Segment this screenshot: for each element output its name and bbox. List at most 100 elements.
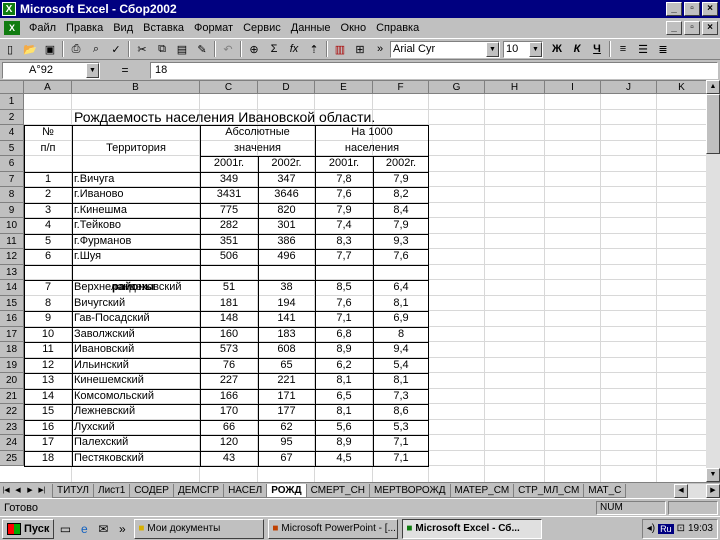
menu-item[interactable]: Формат	[189, 22, 238, 34]
copy-icon[interactable]: ⧉	[152, 40, 172, 58]
menu-item[interactable]: Файл	[24, 22, 61, 34]
sheet-tab[interactable]: СОДЕР	[129, 483, 174, 498]
cell[interactable]: 8,1	[315, 373, 373, 389]
formula-input[interactable]: 18	[150, 61, 718, 79]
cell[interactable]: 18	[24, 451, 72, 467]
cell[interactable]: Заволжский	[72, 327, 200, 343]
cell[interactable]: Абсолютные	[200, 125, 315, 141]
cell[interactable]: 351	[200, 234, 258, 250]
taskbar-button[interactable]: ■ Microsoft Excel - Сб...	[402, 518, 543, 539]
cell[interactable]: г.Кинешма	[72, 203, 200, 219]
cell[interactable]: 221	[258, 373, 315, 389]
cell[interactable]: 51	[200, 280, 258, 296]
cell[interactable]: 5,6	[315, 420, 373, 436]
cell[interactable]: 62	[258, 420, 315, 436]
row-header[interactable]: 22	[0, 404, 24, 420]
menu-item[interactable]: Правка	[61, 22, 108, 34]
cut-icon[interactable]: ✂	[132, 40, 152, 58]
row-header[interactable]: 19	[0, 357, 24, 373]
align-left-icon[interactable]: ≡	[613, 40, 633, 58]
cell[interactable]: значения	[200, 141, 315, 157]
scroll-down-icon[interactable]: ▼	[706, 468, 720, 482]
chevron-down-icon[interactable]: ▼	[486, 41, 499, 57]
cell[interactable]: 5	[24, 234, 72, 250]
cell[interactable]: Ивановский	[72, 342, 200, 358]
sheet-tab[interactable]: Лист1	[93, 483, 131, 498]
cell[interactable]: 170	[200, 404, 258, 420]
cell[interactable]: г.Вичуга	[72, 172, 200, 188]
cell[interactable]: г.Шуя	[72, 249, 200, 265]
cell[interactable]: 8	[24, 296, 72, 312]
cell[interactable]: 227	[200, 373, 258, 389]
sheet-tab[interactable]: ДЕМСГР	[172, 483, 225, 498]
chevron-down-icon[interactable]: ▼	[529, 41, 542, 57]
cell[interactable]: Кинешемский	[72, 373, 200, 389]
cell[interactable]: 573	[200, 342, 258, 358]
menu-item[interactable]: Вид	[108, 22, 138, 34]
cell[interactable]: 7,9	[373, 172, 429, 188]
cell[interactable]: 65	[258, 358, 315, 374]
cell[interactable]: 386	[258, 234, 315, 250]
cell[interactable]: Территория	[72, 141, 200, 157]
cell[interactable]: 608	[258, 342, 315, 358]
row-header[interactable]: 17	[0, 326, 24, 342]
cell[interactable]: 15	[24, 404, 72, 420]
row-header[interactable]: 6	[0, 156, 24, 172]
cell[interactable]: 2	[24, 187, 72, 203]
cell[interactable]: 3	[24, 203, 72, 219]
sheet-tab[interactable]: НАСЕЛ	[223, 483, 268, 498]
cell[interactable]: 7,7	[315, 249, 373, 265]
menu-item[interactable]: Окно	[336, 22, 372, 34]
column-header[interactable]: D	[258, 81, 315, 94]
cell[interactable]: 4,5	[315, 451, 373, 467]
row-header[interactable]: 7	[0, 171, 24, 187]
cell[interactable]: 820	[258, 203, 315, 219]
cell[interactable]: 7,3	[373, 389, 429, 405]
quicklaunch-more-icon[interactable]: »	[114, 521, 130, 537]
row-header[interactable]: 23	[0, 419, 24, 435]
cell[interactable]: 66	[200, 420, 258, 436]
horizontal-scrollbar[interactable]: ◀ ▶	[674, 483, 720, 498]
taskbar-button[interactable]: ■ Мои документы	[134, 518, 265, 539]
sheet-tab[interactable]: МАТЕР_СМ	[449, 483, 515, 498]
column-header[interactable]: H	[485, 81, 545, 94]
cell[interactable]: 12	[24, 358, 72, 374]
open-icon[interactable]: 📂	[20, 40, 40, 58]
menu-item[interactable]: Данные	[286, 22, 336, 34]
row-header[interactable]: 1	[0, 94, 24, 110]
cell[interactable]: 9,3	[373, 234, 429, 250]
align-center-icon[interactable]: ☰	[633, 40, 653, 58]
scroll-thumb[interactable]	[706, 94, 720, 154]
row-header[interactable]: 11	[0, 233, 24, 249]
column-header[interactable]: G	[429, 81, 485, 94]
cell[interactable]: 7,9	[315, 203, 373, 219]
workbook-close-button[interactable]: ×	[702, 21, 718, 35]
chevron-down-icon[interactable]: ▼	[86, 62, 99, 78]
cell[interactable]: 6,4	[373, 280, 429, 296]
cell[interactable]: 282	[200, 218, 258, 234]
cell[interactable]: 17	[24, 435, 72, 451]
network-icon[interactable]: ⊡	[677, 523, 685, 534]
scroll-right-icon[interactable]: ▶	[706, 483, 720, 498]
cell[interactable]: 10	[24, 327, 72, 343]
cell[interactable]: 8,9	[315, 342, 373, 358]
cell[interactable]: г.Тейково	[72, 218, 200, 234]
cell[interactable]: №	[24, 125, 72, 141]
language-indicator[interactable]: Ru	[658, 523, 674, 534]
column-header[interactable]: A	[24, 81, 72, 94]
print-icon[interactable]: ⎙	[66, 40, 86, 58]
cell[interactable]: Палехский	[72, 435, 200, 451]
row-header[interactable]: 18	[0, 342, 24, 358]
cell[interactable]: 3431	[200, 187, 258, 203]
cell[interactable]: Лухский	[72, 420, 200, 436]
speaker-icon[interactable]: ◂)	[647, 523, 655, 534]
cell[interactable]: 9	[24, 311, 72, 327]
cell[interactable]: 5,3	[373, 420, 429, 436]
cell[interactable]: 7,8	[315, 172, 373, 188]
cell[interactable]: 95	[258, 435, 315, 451]
cell[interactable]: 347	[258, 172, 315, 188]
font-size-select[interactable]: 10 ▼	[503, 40, 543, 58]
cell[interactable]: 7,6	[315, 187, 373, 203]
last-sheet-icon[interactable]: ▶|	[36, 484, 48, 498]
cell[interactable]: Ильинский	[72, 358, 200, 374]
